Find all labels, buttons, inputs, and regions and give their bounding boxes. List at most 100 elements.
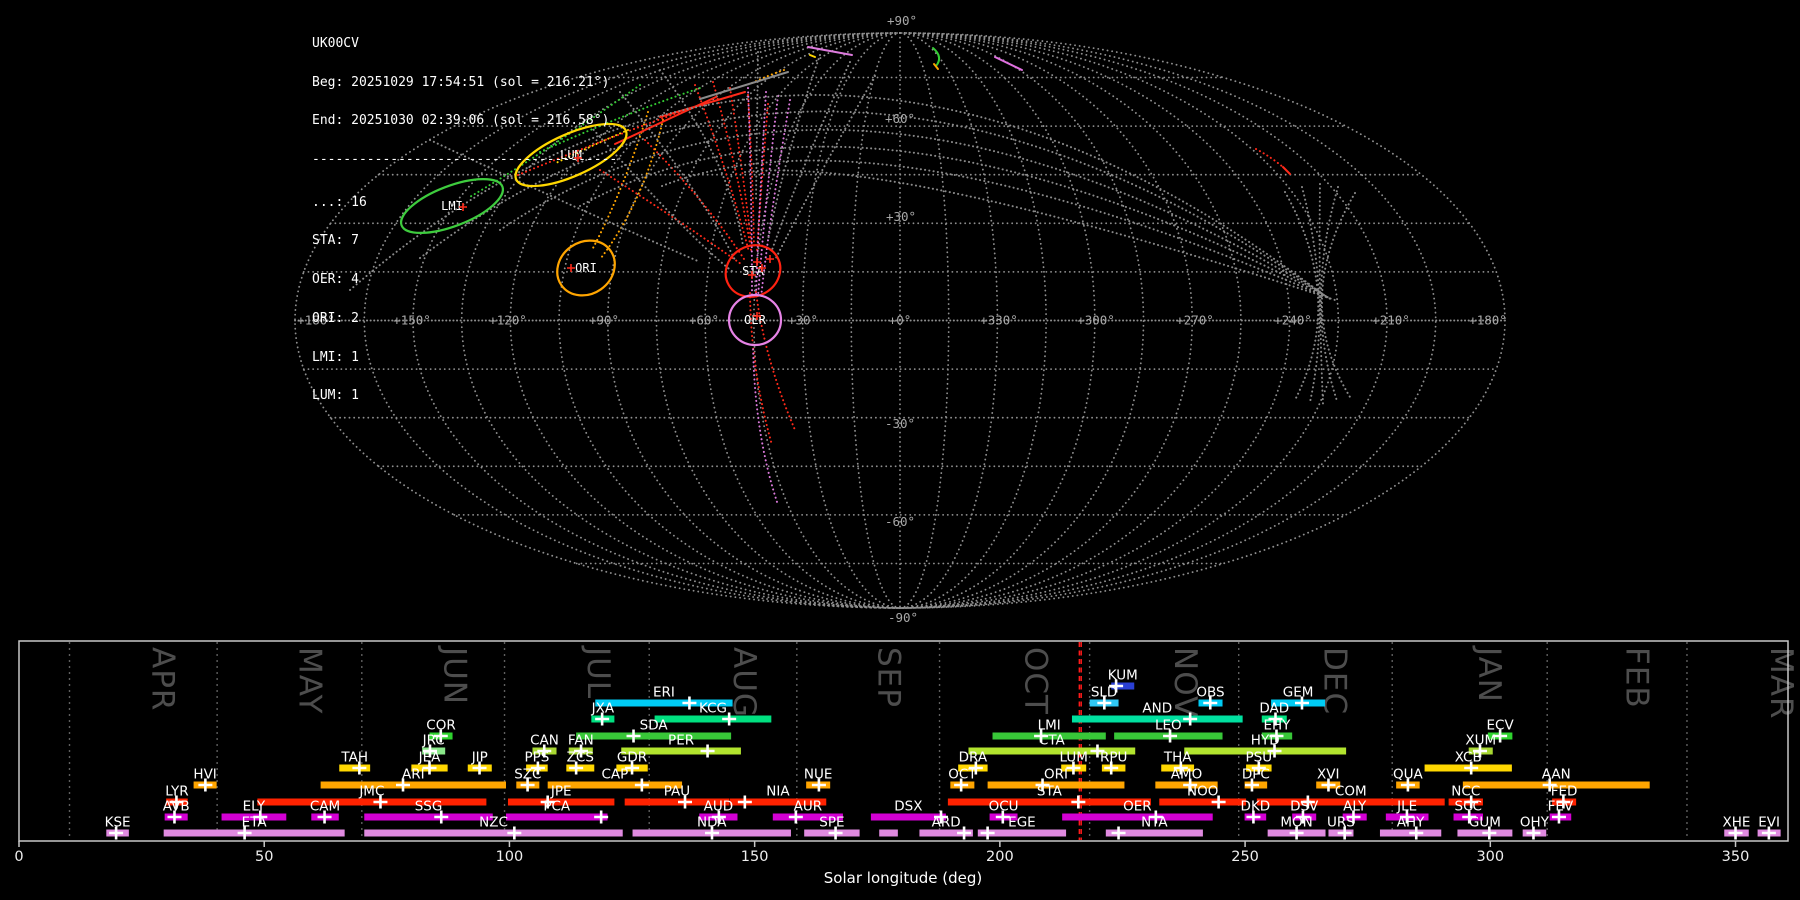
shower-label-ard: ARD bbox=[932, 815, 961, 831]
shower-label-rpu: RPU bbox=[1100, 750, 1127, 766]
shower-bar bbox=[879, 829, 898, 837]
month-label-feb: FEB bbox=[1618, 647, 1654, 709]
shower-label-pca: PCA bbox=[543, 799, 571, 815]
axis-tick-label: 100 bbox=[496, 849, 524, 865]
axis-tick-label: 50 bbox=[255, 849, 273, 865]
shower-label-noo: NOO bbox=[1187, 784, 1218, 800]
shower-label-fev: FEV bbox=[1548, 799, 1574, 815]
month-label-jun: JUN bbox=[436, 645, 472, 705]
shower-label-dkd: DKD bbox=[1241, 799, 1271, 815]
month-label-aug: AUG bbox=[726, 647, 762, 718]
count-lmi: LMI: 1 bbox=[312, 349, 359, 365]
shower-label-ncc: NCC bbox=[1451, 784, 1480, 800]
shower-label-ari: ARI bbox=[402, 767, 425, 783]
month-label-oct: OCT bbox=[1018, 647, 1054, 715]
shower-label-kcg: KCG bbox=[699, 701, 727, 717]
peak-cross-nia bbox=[737, 795, 752, 809]
shower-label-dsx: DSX bbox=[894, 799, 922, 815]
shower-label-ahy: AHY bbox=[1397, 815, 1425, 831]
month-label-may: MAY bbox=[292, 647, 328, 714]
shower-label-nzc: NZC bbox=[479, 815, 508, 831]
shower-label-gem: GEM bbox=[1283, 685, 1314, 701]
shower-label-per: PER bbox=[668, 733, 694, 749]
month-label-jan: JAN bbox=[1471, 645, 1507, 703]
separator: --------------------------------------- bbox=[312, 151, 618, 167]
shower-label-kum: KUM bbox=[1108, 668, 1138, 684]
shower-bar-ari bbox=[320, 781, 507, 789]
month-label-nov: NOV bbox=[1167, 647, 1203, 718]
shower-label-ohy: OHY bbox=[1520, 815, 1550, 831]
shower-label-sta: STA bbox=[1037, 784, 1063, 800]
shower-label-jrc: JRC bbox=[422, 733, 445, 749]
shower-bar-jmc bbox=[257, 798, 487, 806]
axis-tick-label: 200 bbox=[986, 849, 1014, 865]
shower-label-dsv: DSV bbox=[1290, 799, 1319, 815]
shower-label-cap: CAP bbox=[601, 767, 628, 783]
shower-bar-pca bbox=[506, 813, 608, 821]
shower-bar-oer bbox=[1062, 813, 1213, 821]
shower-bar-nzc bbox=[364, 829, 623, 837]
shower-bar-eta bbox=[163, 829, 345, 837]
shower-label-and: AND bbox=[1142, 701, 1172, 717]
shower-label-ori: ORI bbox=[1044, 767, 1068, 783]
peak-cross-nzc bbox=[507, 826, 522, 840]
peak-cross-eri bbox=[682, 696, 697, 710]
count-sta: STA: 7 bbox=[312, 233, 359, 249]
peak-cross-sta bbox=[1071, 795, 1086, 809]
shower-label-tah: TAH bbox=[340, 750, 368, 766]
shower-label-dra: DRA bbox=[959, 750, 988, 766]
month-label-mar: MAR bbox=[1763, 647, 1799, 720]
shower-label-sda: SDA bbox=[640, 718, 669, 734]
peak-cross-cap bbox=[634, 778, 649, 792]
shower-bar-ssg bbox=[364, 813, 493, 821]
count-lum: LUM: 1 bbox=[312, 388, 359, 404]
shower-bar-noo bbox=[1159, 798, 1247, 806]
shower-label-aly: ALY bbox=[1343, 799, 1367, 815]
shower-label-ssg: SSG bbox=[415, 799, 443, 815]
peak-cross-ege bbox=[980, 826, 995, 840]
count-ori: ORI: 2 bbox=[312, 310, 359, 326]
month-label-jul: JUL bbox=[580, 645, 616, 699]
shower-label-ely: ELY bbox=[243, 799, 266, 815]
shower-label-urs: URS bbox=[1327, 815, 1355, 831]
shower-label-oer: OER bbox=[1123, 799, 1152, 815]
shower-label-cta: CTA bbox=[1039, 733, 1066, 749]
shower-label-avb: AVB bbox=[163, 799, 190, 815]
axis-tick-label: 350 bbox=[1722, 849, 1750, 865]
shower-label-spe: SPE bbox=[819, 815, 844, 831]
axis-tick-label: 300 bbox=[1476, 849, 1504, 865]
shower-label-zcs: ZCS bbox=[567, 750, 594, 766]
shower-bar-sda bbox=[576, 732, 732, 740]
count-oer: OER: 4 bbox=[312, 272, 359, 288]
shower-label-com: COM bbox=[1335, 784, 1367, 800]
axis-tick-label: 0 bbox=[14, 849, 23, 865]
peak-cross-pca bbox=[594, 810, 609, 824]
shower-label-leo: LEO bbox=[1155, 718, 1182, 734]
peak-cross-sda bbox=[626, 729, 641, 743]
shower-label-jpe: JPE bbox=[550, 784, 572, 800]
shower-label-dpc: DPC bbox=[1242, 767, 1270, 783]
shower-bar-sta bbox=[947, 798, 1151, 806]
shower-label-xcb: XCB bbox=[1455, 750, 1482, 766]
shower-bar-kcg bbox=[654, 715, 772, 723]
solar-longitude-timeline: APR MAY JUN JUL AUG SEP OCT NOV DEC JAN FEB MARKUME… bbox=[14, 640, 1799, 887]
shower-label-gum: GUM bbox=[1469, 815, 1501, 831]
shower-label-tha: THA bbox=[1163, 750, 1192, 766]
shower-label-nia: NIA bbox=[766, 784, 790, 800]
shower-label-ege: EGE bbox=[1008, 815, 1036, 831]
month-label-apr: APR bbox=[145, 647, 181, 711]
count-unidentified: ...: 16 bbox=[312, 194, 367, 210]
shower-label-nta: NTA bbox=[1141, 815, 1168, 831]
radiant-map-screen: LUM LMI ORI STA OER +180° +150° +120° +90° +60° +3… bbox=[0, 0, 1800, 900]
shower-label-aur: AUR bbox=[794, 799, 823, 815]
axis-tick-label: 150 bbox=[741, 849, 769, 865]
axis-title: Solar longitude (deg) bbox=[824, 869, 982, 887]
peak-cross-nta bbox=[1111, 826, 1126, 840]
shower-label-amo: AMO bbox=[1171, 767, 1203, 783]
begin-time: Beg: 20251029 17:54:51 (sol = 216.21°) bbox=[312, 74, 610, 90]
peak-cross-per bbox=[700, 744, 715, 758]
shower-label-eri: ERI bbox=[653, 685, 675, 701]
shower-label-kse: KSE bbox=[105, 815, 131, 831]
axis-tick-label: 250 bbox=[1231, 849, 1259, 865]
end-time: End: 20251030 02:39:06 (sol = 216.58°) bbox=[312, 113, 610, 129]
